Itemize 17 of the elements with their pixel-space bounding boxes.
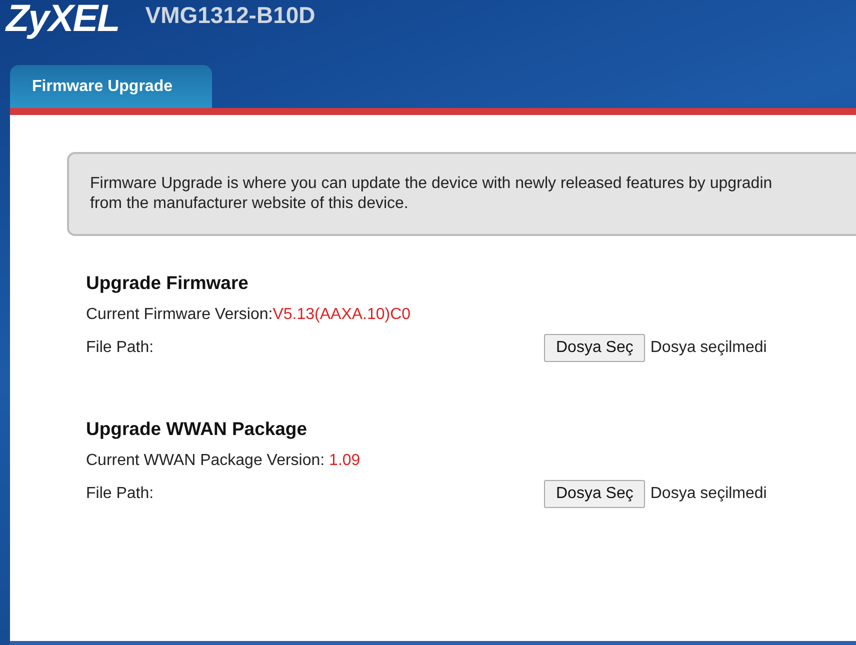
file-status: Dosya seçilmedi bbox=[650, 485, 767, 503]
choose-file-button[interactable]: Dosya Seç bbox=[544, 334, 646, 362]
choose-file-button[interactable]: Dosya Seç bbox=[544, 480, 646, 508]
file-status: Dosya seçilmedi bbox=[650, 339, 767, 357]
version-label: Current WWAN Package Version: bbox=[86, 452, 326, 470]
version-value: V5.13(AAXA.10)C0 bbox=[272, 306, 411, 324]
section-title: Upgrade WWAN Package bbox=[86, 418, 308, 440]
zyxel-logo: ZyXEL bbox=[6, 0, 120, 38]
tab[interactable]: Firmware Upgrade bbox=[10, 65, 212, 108]
version-label: Current Firmware Version: bbox=[86, 306, 273, 324]
section-title: Upgrade Firmware bbox=[86, 272, 250, 294]
model-name: VMG1312-B10D bbox=[145, 2, 316, 29]
description-text: from the manufacturer website of this device. bbox=[90, 194, 410, 214]
file-path-label: File Path: bbox=[86, 485, 155, 503]
version-value: 1.09 bbox=[329, 452, 360, 470]
description-text: Firmware Upgrade is where you can update the device with newly released features by upgradin bbox=[90, 174, 774, 194]
file-path-label: File Path: bbox=[86, 339, 155, 357]
